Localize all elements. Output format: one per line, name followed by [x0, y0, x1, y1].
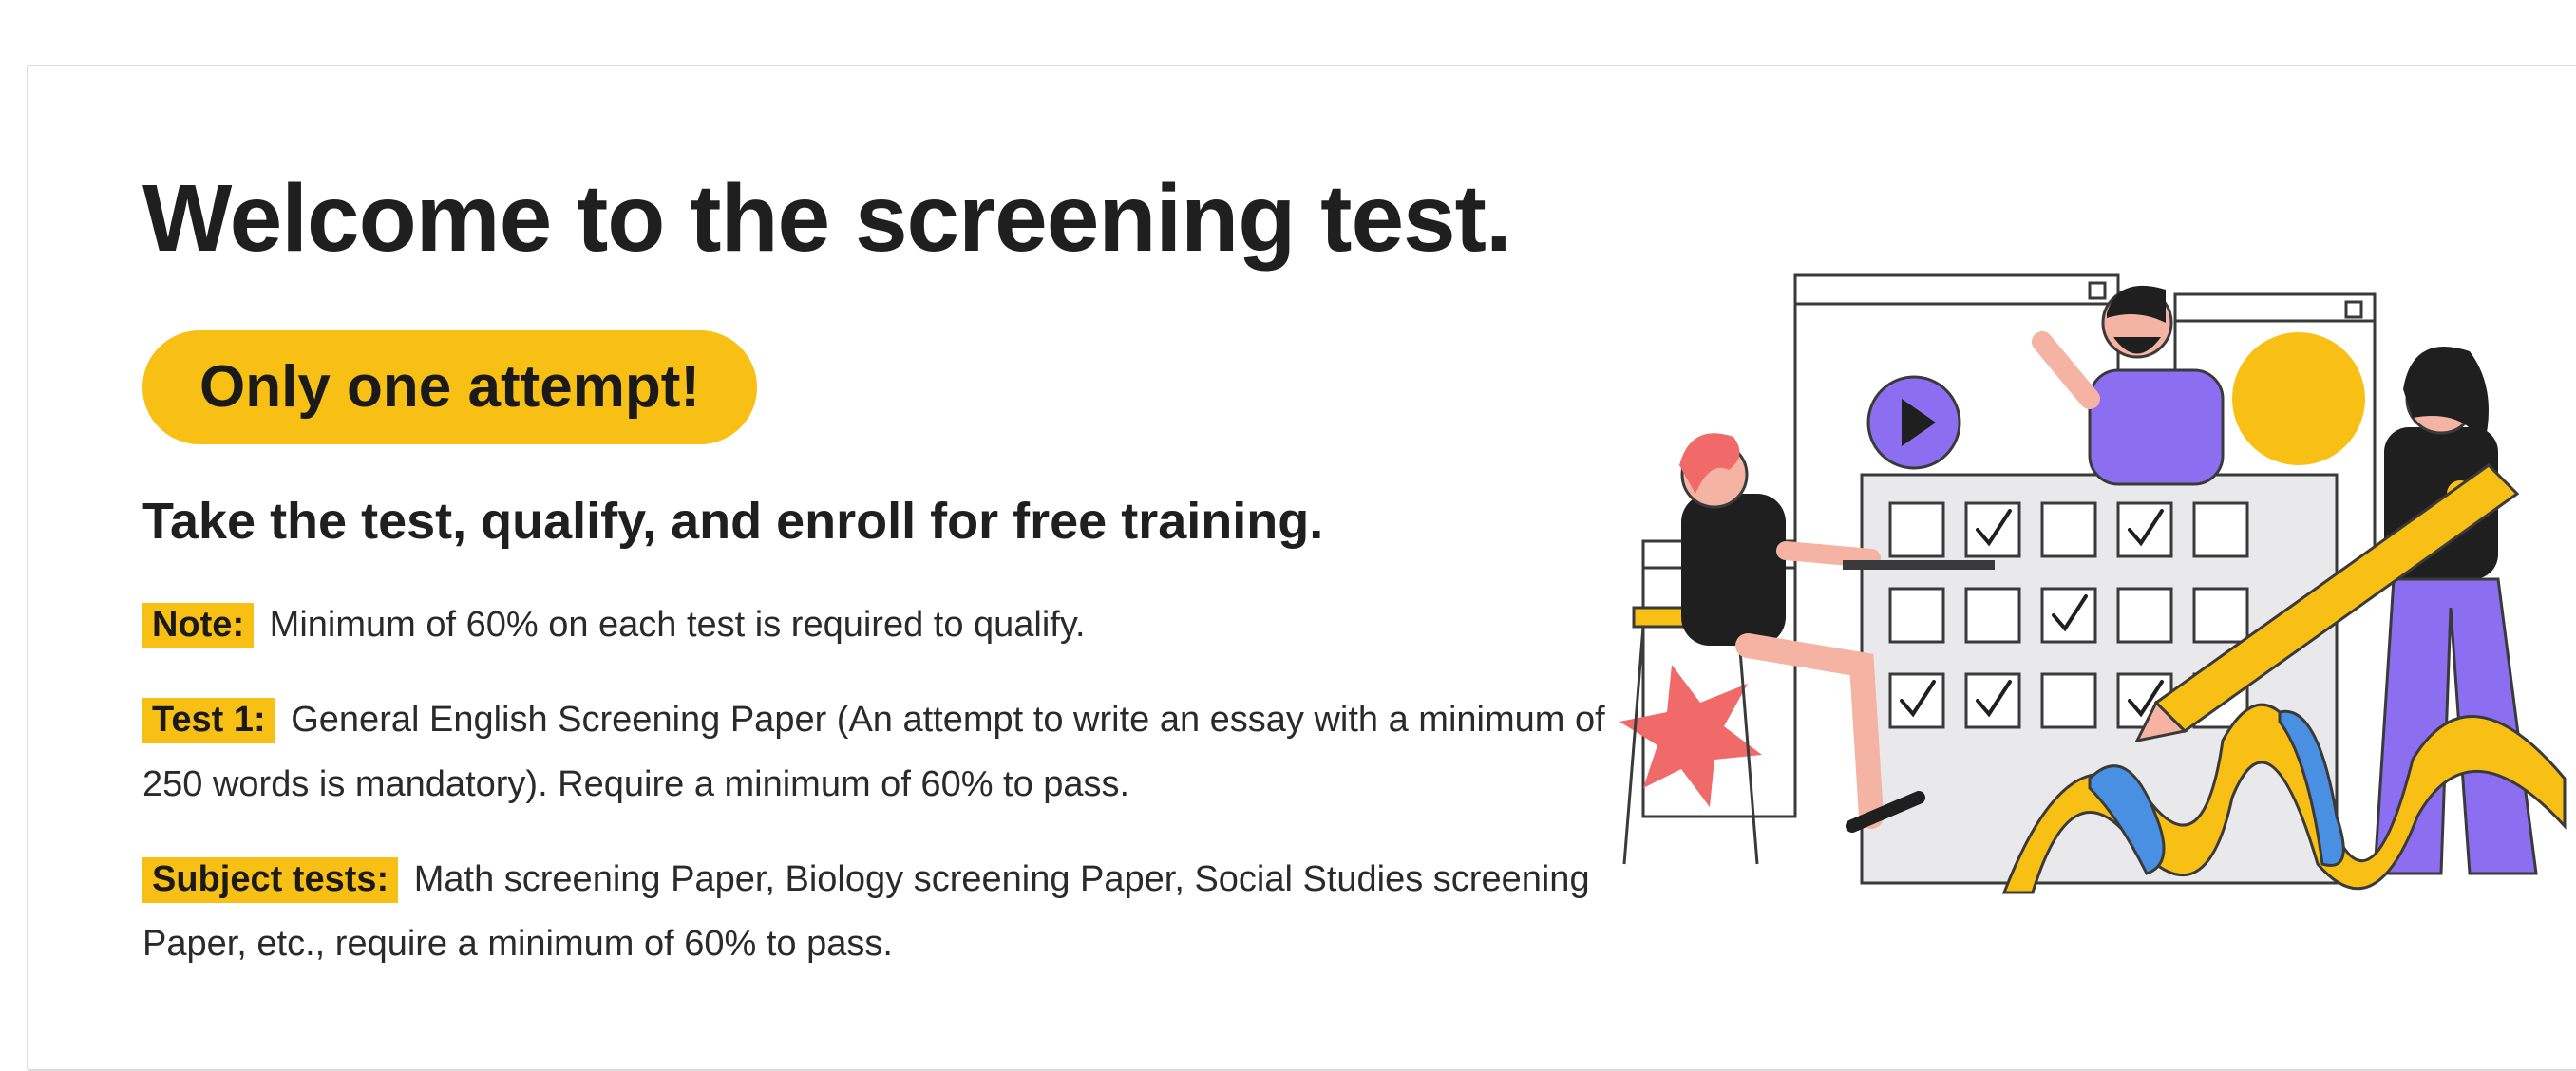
subject-tests-paragraph: Subject tests: Math screening Paper, Bio… [142, 847, 1605, 976]
test-checklist-illustration [1619, 273, 2567, 894]
note-label: Note: [142, 603, 255, 648]
attempt-badge: Only one attempt! [142, 330, 758, 444]
subject-tests-label: Subject tests: [142, 857, 399, 903]
test1-text: General English Screening Paper (An atte… [142, 700, 1605, 804]
page-title: Welcome to the screening test. [142, 165, 1512, 272]
yellow-circle-shape [2232, 332, 2365, 465]
checklist-board [1860, 473, 2339, 885]
welcome-content: Welcome to the screening test. Only one … [142, 161, 1624, 976]
page-subtitle: Take the test, qualify, and enroll for f… [142, 493, 1324, 550]
test1-label: Test 1: [142, 698, 275, 743]
test1-paragraph: Test 1: General English Screening Paper … [142, 687, 1605, 817]
note-text: Minimum of 60% on each test is required … [269, 605, 1086, 645]
note-paragraph: Note: Minimum of 60% on each test is req… [142, 592, 1605, 657]
